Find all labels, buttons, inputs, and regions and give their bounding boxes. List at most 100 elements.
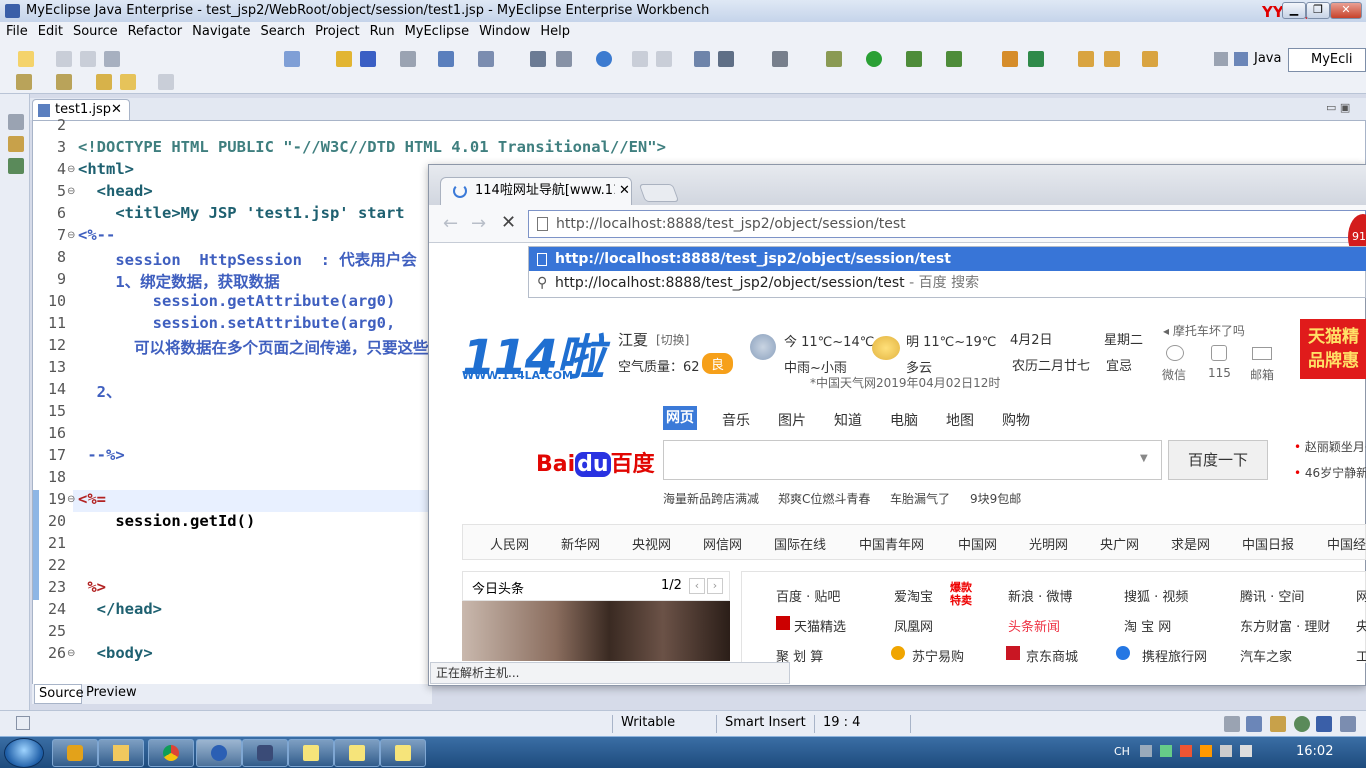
search-tab-music[interactable]: 音乐 — [722, 410, 750, 430]
tray-icon-2[interactable] — [1246, 716, 1262, 732]
restore-button[interactable]: ❐ — [1306, 2, 1330, 19]
site-link[interactable]: 中国日报 — [1242, 534, 1294, 553]
site-link[interactable]: 中国经 — [1327, 534, 1366, 553]
115-icon[interactable] — [1211, 345, 1227, 361]
dropdown-arrow-icon[interactable]: ▼ — [1140, 453, 1148, 464]
hot-search-3[interactable]: 车胎漏气了 — [890, 490, 950, 507]
perspective-java[interactable]: Java — [1254, 48, 1281, 70]
site-link[interactable]: 人民网 — [490, 534, 529, 553]
site-link[interactable]: 求是网 — [1171, 534, 1210, 553]
search-tab-web[interactable]: 网页 — [663, 406, 697, 430]
server-icon[interactable] — [360, 51, 376, 67]
suggestion-item-2[interactable]: ⚲ http://localhost:8888/test_jsp2/object… — [529, 271, 1366, 295]
famous-site-link[interactable]: 搜狐 · 视频 — [1124, 586, 1188, 605]
side-news-1[interactable]: • 赵丽颖坐月子 — [1294, 438, 1366, 455]
menu-source[interactable]: Source — [67, 22, 122, 42]
menu-search[interactable]: Search — [254, 22, 309, 42]
quick-wechat[interactable]: 微信 — [1162, 366, 1186, 383]
search-tab-map[interactable]: 地图 — [946, 410, 974, 430]
browser-tab[interactable]: 114啦网址导航[www.114 ✕ — [440, 177, 632, 205]
next-annotation-icon[interactable] — [56, 74, 72, 90]
save-icon[interactable] — [56, 51, 72, 67]
famous-site-link[interactable]: 东方财富 · 理财 — [1240, 616, 1330, 635]
close-button[interactable]: ✕ — [1330, 2, 1362, 19]
hot-search-1[interactable]: 海量新品跨店满减 — [663, 490, 759, 507]
tray-app-icon[interactable] — [1180, 745, 1192, 757]
next-icon[interactable]: › — [707, 578, 723, 594]
famous-site-link[interactable]: 新浪 · 微博 — [1008, 586, 1072, 605]
taskbar-explorer[interactable] — [98, 739, 144, 767]
famous-site-link[interactable]: 百度 · 贴吧 — [776, 586, 840, 605]
close-browser-tab-icon[interactable]: ✕ — [615, 178, 631, 204]
suggestion-item-1[interactable]: http://localhost:8888/test_jsp2/object/s… — [529, 247, 1366, 271]
start-button[interactable] — [4, 738, 44, 768]
fold-toggle-icon[interactable]: ⊖ — [67, 164, 75, 175]
address-bar[interactable]: http://localhost:8888/test_jsp2/object/s… — [528, 210, 1366, 238]
famous-site-link[interactable]: 腾讯 · 空间 — [1240, 586, 1304, 605]
fold-toggle-icon[interactable]: ⊖ — [67, 230, 75, 241]
famous-site-link[interactable]: 凤凰网 — [894, 616, 933, 635]
site-link[interactable]: 新华网 — [561, 534, 600, 553]
mail-icon[interactable] — [1252, 347, 1272, 360]
tray-network-icon[interactable] — [1160, 745, 1172, 757]
globe-icon[interactable] — [596, 51, 612, 67]
forward-arrow-icon[interactable]: → — [471, 213, 486, 234]
taskbar-word[interactable] — [196, 739, 242, 767]
side-news-2[interactable]: • 46岁宁静新 — [1294, 464, 1366, 481]
hot-search-2[interactable]: 郑爽C位燃斗青春 — [778, 490, 870, 507]
search-tool-icon[interactable] — [1104, 51, 1120, 67]
famous-site-link[interactable]: 天猫精选 — [794, 616, 846, 635]
fold-toggle-icon[interactable]: ⊖ — [67, 186, 75, 197]
site-link[interactable]: 国际在线 — [774, 534, 826, 553]
paste-icon[interactable] — [656, 51, 672, 67]
city-switch-link[interactable]: [切换] — [656, 331, 689, 348]
site-link[interactable]: 央广网 — [1100, 534, 1139, 553]
last-edit-icon[interactable] — [96, 74, 112, 90]
run-external-icon[interactable] — [906, 51, 922, 67]
doc-icon[interactable] — [556, 51, 572, 67]
forward-icon[interactable] — [158, 74, 174, 90]
famous-site-link[interactable]: 汽车之家 — [1240, 646, 1292, 665]
menu-navigate[interactable]: Navigate — [186, 22, 254, 42]
famous-site-link[interactable]: 工 — [1356, 646, 1366, 665]
coverage-icon[interactable] — [946, 51, 962, 67]
site-link[interactable]: 中国网 — [958, 534, 997, 553]
tray-icon-1[interactable] — [1224, 716, 1240, 732]
famous-site-link[interactable]: 携程旅行网 — [1142, 646, 1207, 665]
famous-site-link[interactable]: 淘 宝 网 — [1124, 616, 1171, 635]
table-icon[interactable] — [694, 51, 710, 67]
menu-window[interactable]: Window — [473, 22, 534, 42]
famous-site-link[interactable]: 苏宁易购 — [912, 646, 964, 665]
fold-toggle-icon[interactable]: ⊖ — [67, 648, 75, 659]
wand-icon[interactable] — [478, 51, 494, 67]
search-tab-shopping[interactable]: 购物 — [1002, 410, 1030, 430]
annotation-icon[interactable] — [16, 74, 32, 90]
search-tab-images[interactable]: 图片 — [778, 410, 806, 430]
new-tab-button[interactable] — [638, 184, 680, 202]
restore-view-icon[interactable] — [8, 114, 24, 130]
fold-toggle-icon[interactable]: ⊖ — [67, 494, 75, 505]
site-link[interactable]: 网信网 — [703, 534, 742, 553]
menu-edit[interactable]: Edit — [32, 22, 67, 42]
taskbar-help-2[interactable] — [334, 739, 380, 767]
wizard-icon[interactable] — [438, 51, 454, 67]
quick-mail[interactable]: 邮箱 — [1250, 366, 1274, 383]
tab-preview[interactable]: Preview — [84, 684, 137, 702]
hierarchy-icon[interactable] — [8, 158, 24, 174]
menu-help[interactable]: Help — [534, 22, 574, 42]
back-arrow-icon[interactable]: ← — [443, 213, 458, 234]
site-link[interactable]: 光明网 — [1029, 534, 1068, 553]
perspective-myeclipse[interactable]: MyEcli — [1288, 48, 1366, 72]
stop-icon[interactable]: ✕ — [501, 212, 516, 233]
run-icon[interactable] — [866, 51, 882, 67]
tab-source[interactable]: Source — [34, 684, 84, 704]
folder-icon[interactable] — [1142, 51, 1158, 67]
notice-link[interactable]: ◂ 摩托车坏了吗 — [1163, 322, 1245, 339]
minimize-button[interactable]: ▁ — [1282, 2, 1306, 19]
minimize-editor-icon[interactable]: ▭ ▣ — [1326, 101, 1350, 114]
yi-ji-link[interactable]: 宜忌 — [1106, 355, 1132, 374]
refresh-icon[interactable] — [1028, 51, 1044, 67]
prev-icon[interactable]: ‹ — [689, 578, 705, 594]
menu-myeclipse[interactable]: MyEclipse — [399, 22, 474, 42]
tray-icon-6[interactable] — [1340, 716, 1356, 732]
